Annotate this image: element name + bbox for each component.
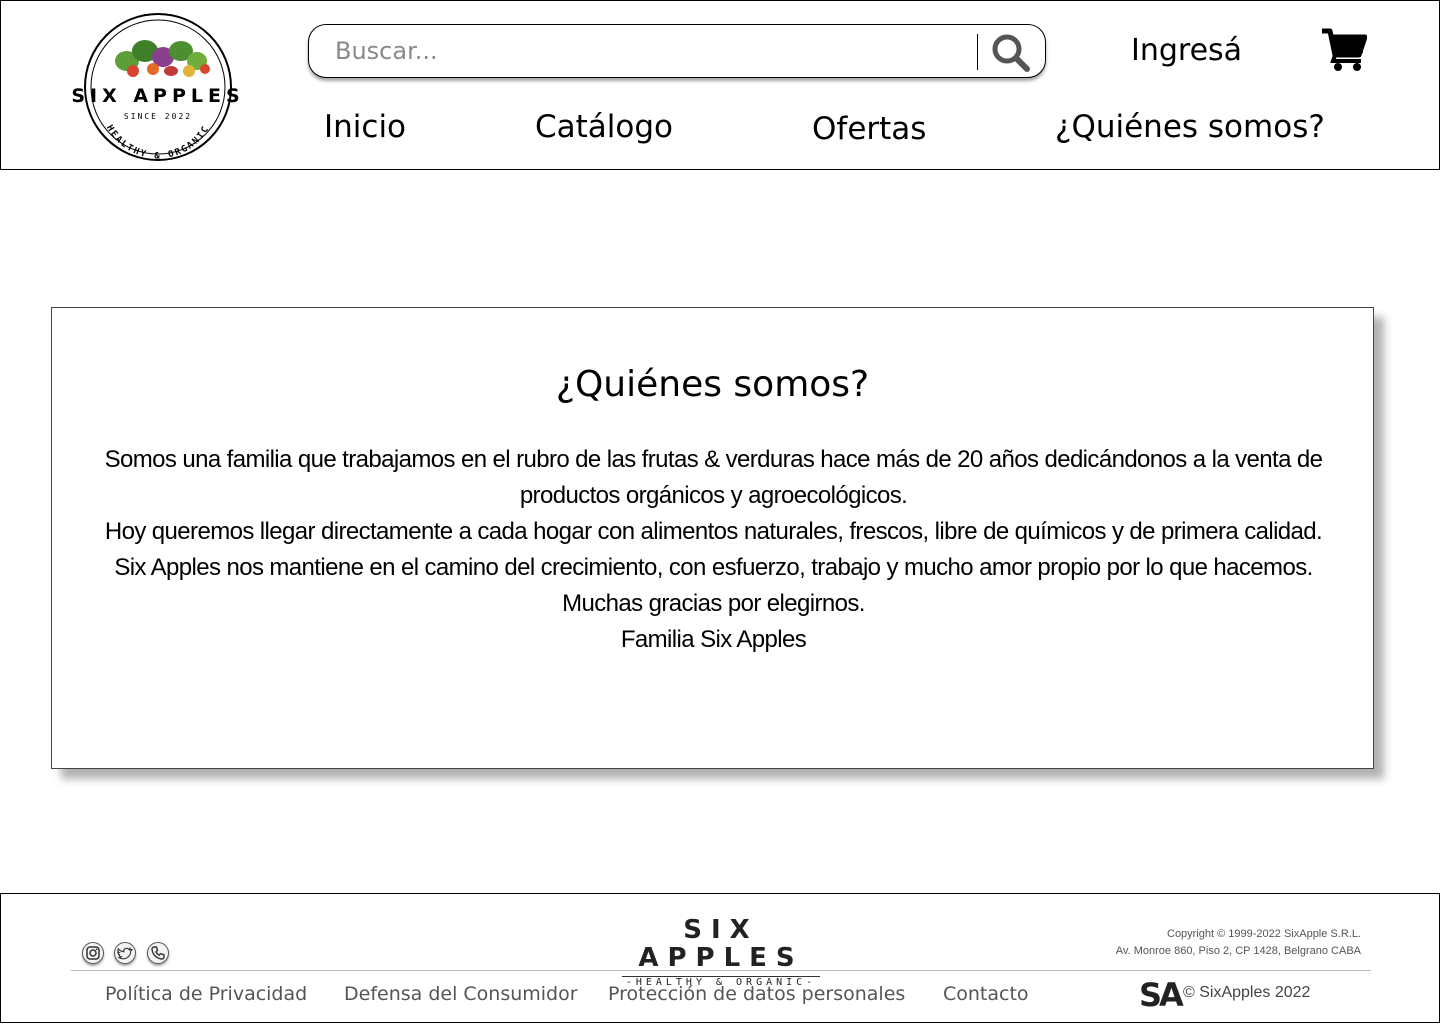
footer-divider [71,970,1371,971]
search-icon [992,34,1030,72]
footer-link-datos[interactable]: Protección de datos personales [608,983,905,1005]
instagram-button[interactable] [82,942,104,964]
login-link[interactable]: Ingresá [1131,33,1242,68]
legal-info: Copyright © 1999-2022 SixApple S.R.L. Av… [1116,926,1361,960]
about-title: ¿Quiénes somos? [555,364,870,405]
about-paragraph: Hoy queremos llegar directamente a cada … [104,518,1323,545]
copyright-notice: © SixApples 2022 [1183,984,1311,1001]
site-footer: SIX APPLES -HEALTHY & ORGANIC- Copyright… [0,893,1440,1023]
nav-ofertas[interactable]: Ofertas [812,111,926,147]
footer-link-privacidad[interactable]: Política de Privacidad [105,983,307,1005]
phone-icon [151,946,165,960]
copyright-legal: Copyright © 1999-2022 SixApple S.R.L. [1167,928,1361,940]
about-paragraph: Muchas gracias por elegirnos. [562,590,865,617]
twitter-button[interactable] [114,942,136,964]
about-paragraph: Somos una familia que trabajamos en el r… [104,446,1323,509]
sa-monogram: SA [1139,976,1184,1014]
footer-link-consumidor[interactable]: Defensa del Consumidor [344,983,578,1005]
cart-button[interactable] [1321,27,1368,71]
footer-link-contacto[interactable]: Contacto [943,983,1029,1005]
instagram-icon [86,946,100,960]
logo-emblem: SIX APPLES SINCE 2022 HEALTHY & ORGANIC [71,13,244,161]
search-divider [977,34,978,70]
about-body: Somos una familia que trabajamos en el r… [72,442,1355,658]
about-card: ¿Quiénes somos? Somos una familia que tr… [51,307,1374,769]
search-button[interactable] [989,31,1033,73]
phone-button[interactable] [147,942,169,964]
address: Av. Monroe 860, Piso 2, CP 1428, Belgran… [1115,945,1361,957]
footer-brand-name: SIX APPLES [638,915,804,973]
nav-catalogo[interactable]: Catálogo [535,109,673,145]
logo-brand: SIX APPLES [71,85,244,107]
logo-since: SINCE 2022 [124,112,192,121]
nav-quienes-somos[interactable]: ¿Quiénes somos? [1055,109,1325,145]
site-header: SIX APPLES SINCE 2022 HEALTHY & ORGANIC … [0,0,1440,170]
about-paragraph: Six Apples nos mantiene en el camino del… [114,554,1313,581]
site-logo[interactable]: SIX APPLES SINCE 2022 HEALTHY & ORGANIC [61,9,261,165]
search-bar [308,24,1046,78]
nav-inicio[interactable]: Inicio [324,109,406,145]
about-signature: Familia Six Apples [620,626,807,653]
footer-logo[interactable]: SIX APPLES -HEALTHY & ORGANIC- [601,916,841,990]
cart-icon [1322,28,1368,71]
search-input[interactable] [335,33,955,69]
twitter-icon [117,947,134,960]
